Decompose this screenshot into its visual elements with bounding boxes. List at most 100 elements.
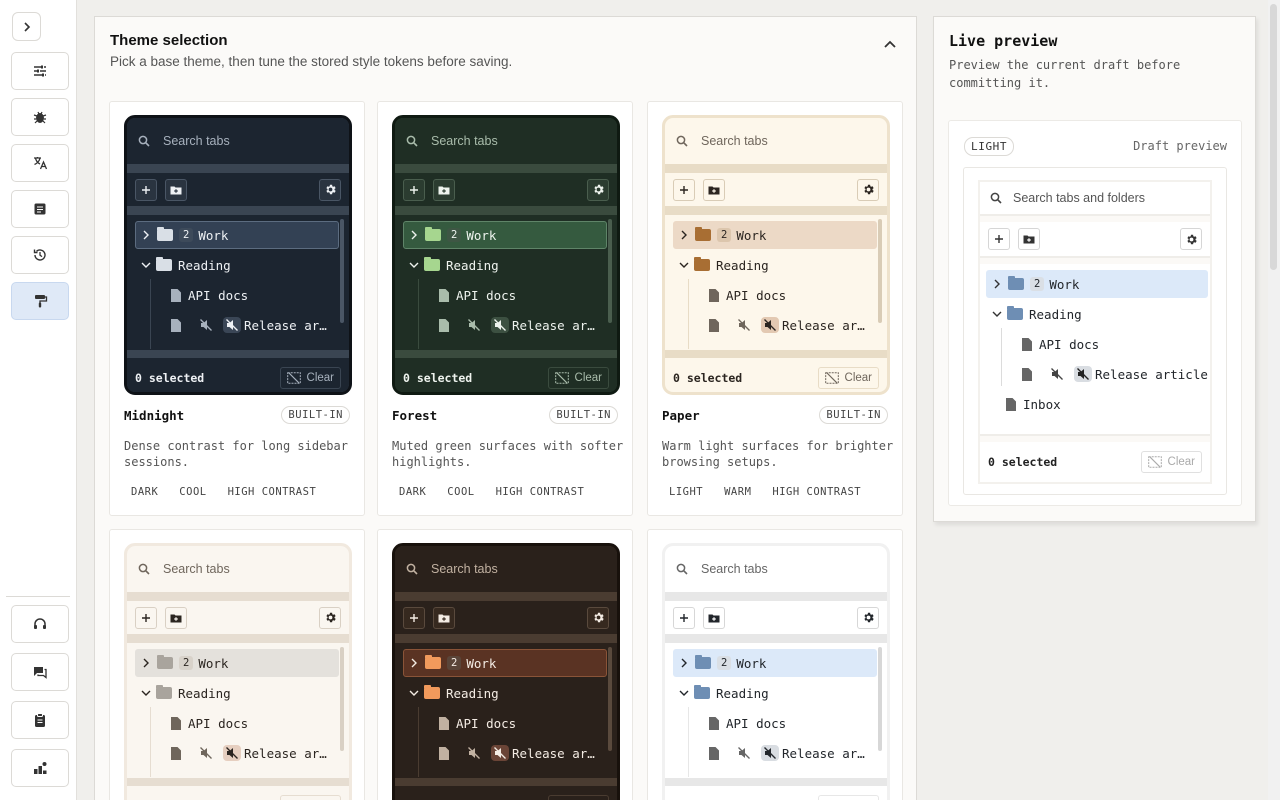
rail-notes-button[interactable]: [11, 190, 69, 228]
mock-folder-reading: Reading: [673, 251, 877, 279]
rail-leaderboard-button[interactable]: [11, 749, 69, 787]
tab-label: API docs: [1039, 336, 1100, 352]
mock-tab-api-docs: API docs: [171, 709, 341, 737]
folder-count-badge: 2: [179, 228, 194, 242]
tab-label: Inbox: [1023, 396, 1061, 412]
built-in-badge: BUILT-IN: [281, 406, 350, 424]
mock-tree: 2 Work Reading API docs Release article: [127, 643, 349, 778]
tab-label: API docs: [726, 715, 787, 731]
preview-tab-release[interactable]: Release article: [1022, 360, 1208, 388]
theme-name: Paper: [662, 408, 700, 423]
rail-clipboard-button[interactable]: [11, 701, 69, 739]
preview-tab-inbox[interactable]: Inbox: [1006, 390, 1206, 418]
preview-new-folder-button[interactable]: [1018, 228, 1040, 250]
search-icon: [990, 192, 1002, 204]
preview-tree: 2 Work Reading API docs Release article …: [980, 264, 1210, 436]
folder-icon: [425, 227, 441, 241]
search-icon: [406, 135, 418, 147]
folder-icon: [695, 655, 711, 669]
plus-icon: [410, 185, 418, 194]
theme-card-sand[interactable]: Search tabs 2 Work Reading API docs Rele…: [109, 529, 365, 800]
draft-preview-label: Draft preview: [1133, 139, 1227, 153]
folder-plus-icon: [170, 614, 182, 622]
mock-folder-work: 2 Work: [673, 649, 877, 677]
rail-feedback-button[interactable]: [11, 653, 69, 691]
mock-settings-button: [319, 606, 341, 629]
mock-footer: 0 selected Clear: [395, 358, 617, 392]
bug-icon: [33, 111, 47, 124]
rail-support-button[interactable]: [11, 605, 69, 643]
rail-theme-button[interactable]: [11, 282, 69, 320]
mock-settings-button: [587, 606, 609, 629]
gear-icon: [325, 612, 336, 623]
tab-label: Release article: [512, 745, 601, 761]
mock-new-folder-button: [703, 178, 725, 201]
gear-icon: [593, 612, 604, 623]
page-scrollbar[interactable]: [1268, 0, 1280, 800]
file-icon: [709, 746, 719, 760]
theme-card-glacier[interactable]: Search tabs 2 Work Reading API docs Rele…: [647, 529, 903, 800]
theme-tags: DARK COOL HIGH CONTRAST: [124, 486, 316, 498]
preview-sidebar: Search tabs and folders 2 Work Reading A…: [978, 180, 1212, 484]
ranking-icon: [34, 762, 47, 774]
mock-folder-reading: Reading: [135, 679, 339, 707]
folder-icon: [424, 257, 440, 271]
mock-tree: 2 Work Reading API docs Release article: [665, 215, 887, 350]
folder-icon: [695, 227, 711, 241]
theme-card-ember[interactable]: Search tabs 2 Work Reading API docs Rele…: [377, 529, 633, 800]
mock-footer: 0 selected Clear: [665, 358, 887, 392]
theme-tags: DARK COOL HIGH CONTRAST: [392, 486, 584, 498]
preview-folder-reading[interactable]: Reading: [986, 300, 1208, 328]
folder-label: Work: [736, 227, 767, 243]
support-icon: [34, 618, 46, 629]
rail-debug-button[interactable]: [11, 98, 69, 136]
mock-folder-reading: Reading: [673, 679, 877, 707]
theme-card-forest[interactable]: Search tabs 2 Work Reading API docs Rele…: [377, 101, 633, 516]
preview-new-tab-button[interactable]: [988, 228, 1010, 250]
tree-guide-line: [688, 279, 689, 349]
theme-card-paper[interactable]: Search tabs 2 Work Reading API docs Rele…: [647, 101, 903, 516]
tree-guide-line: [688, 707, 689, 777]
rail-history-button[interactable]: [11, 236, 69, 274]
theme-tag: COOL: [179, 486, 207, 498]
mock-folder-work: 2 Work: [403, 649, 607, 677]
mock-scrollbar: [878, 647, 882, 751]
folder-plus-icon: [170, 186, 182, 194]
rail-settings-button[interactable]: [11, 52, 69, 90]
mock-search-placeholder: Search tabs: [163, 134, 230, 148]
collapse-panel-button[interactable]: [880, 34, 900, 54]
rail-language-button[interactable]: [11, 144, 69, 182]
preview-settings-button[interactable]: [1180, 228, 1202, 250]
scrollbar-thumb[interactable]: [1270, 4, 1277, 270]
mock-search-placeholder: Search tabs: [163, 562, 230, 576]
folder-icon: [1008, 276, 1024, 290]
folder-label: Work: [198, 227, 229, 243]
mock-tree: 2 Work Reading API docs Release article: [395, 643, 617, 778]
mock-clear-button: Clear: [817, 795, 879, 800]
expand-rail-button[interactable]: [12, 12, 41, 41]
plus-icon: [680, 185, 688, 194]
mock-new-tab-button: [673, 178, 695, 201]
mock-tab-release: Release article: [171, 311, 333, 339]
folder-icon: [694, 257, 710, 271]
selected-count: 0 selected: [988, 455, 1058, 469]
preview-clear-button[interactable]: Clear: [1140, 451, 1202, 473]
theme-card-midnight[interactable]: Search tabs 2 Work Reading API docs Rele…: [109, 101, 365, 516]
preview-folder-work[interactable]: 2 Work: [986, 270, 1208, 298]
muted-icon: [738, 319, 751, 331]
tree-guide-line: [418, 279, 419, 349]
preview-tab-api-docs[interactable]: API docs: [1022, 330, 1208, 358]
live-preview-subtitle: Preview the current draft before committ…: [949, 58, 1181, 90]
mock-search-placeholder: Search tabs: [701, 562, 768, 576]
mock-clear-button: Clear: [817, 367, 879, 389]
tree-guide-line: [150, 707, 151, 777]
mock-search-input: Search tabs: [665, 546, 887, 592]
search-icon: [676, 563, 688, 575]
preview-search-input[interactable]: Search tabs and folders: [980, 182, 1210, 216]
file-icon: [439, 716, 449, 730]
tab-label: Release article: [782, 317, 871, 333]
mock-tree: 2 Work Reading API docs Release article: [127, 215, 349, 350]
folder-count-badge: 2: [447, 656, 462, 670]
gear-icon: [593, 184, 604, 195]
theme-mode-tag: LIGHT: [964, 137, 1015, 156]
